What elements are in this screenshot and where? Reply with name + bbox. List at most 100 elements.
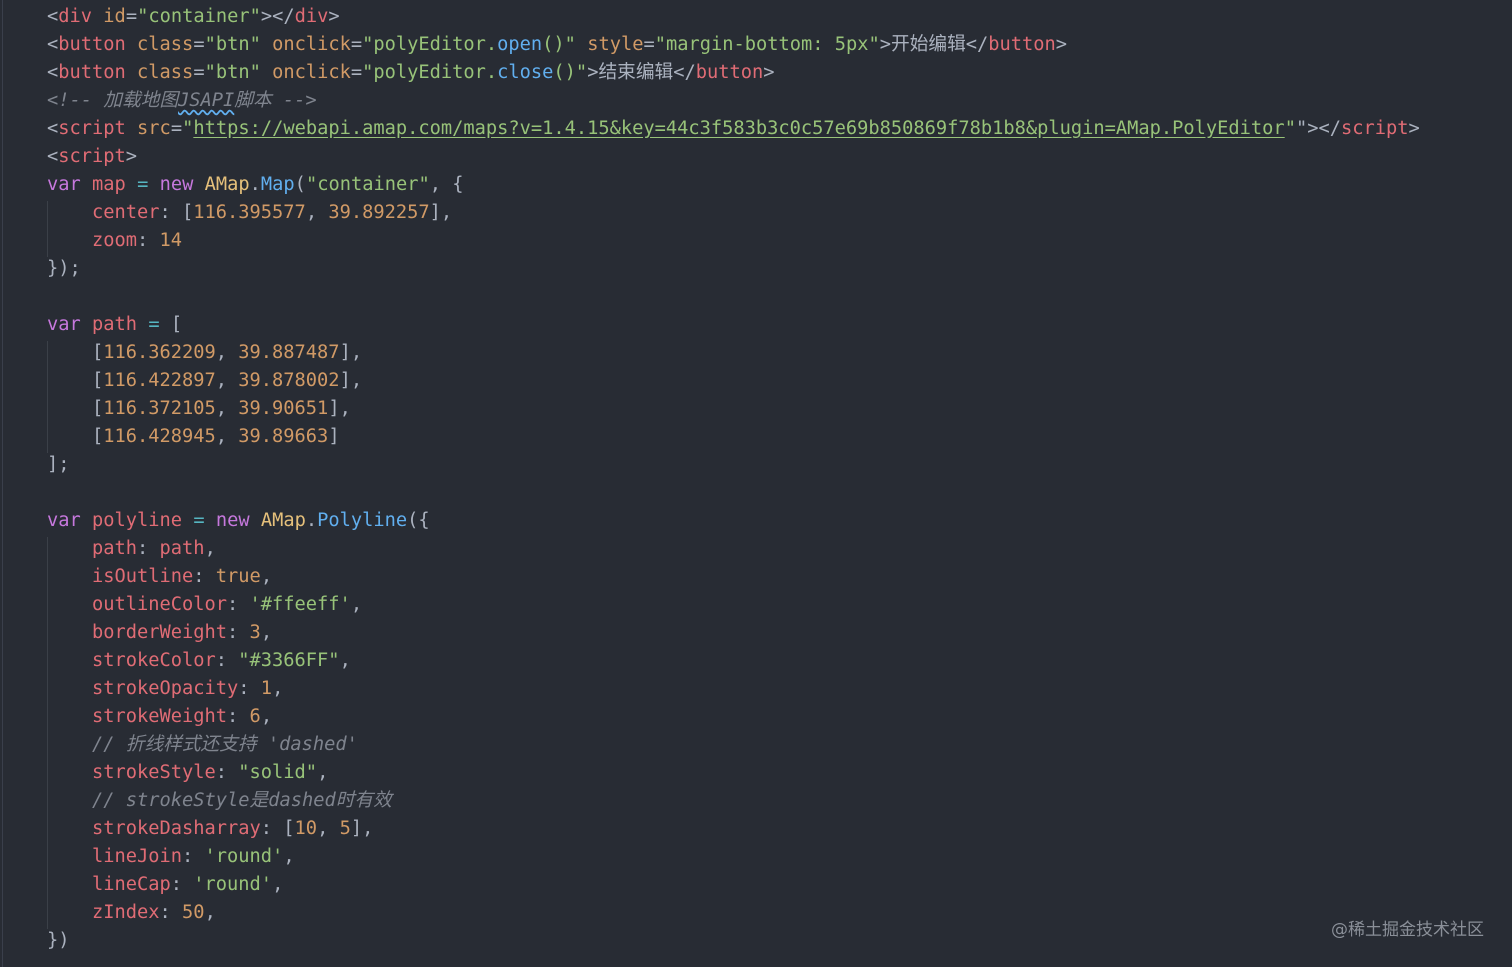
code-line[interactable]: });: [47, 255, 1512, 283]
punctuation: [47, 706, 92, 727]
comment: 脚本 -->: [234, 90, 317, 111]
function-name: close: [497, 62, 554, 83]
code-line[interactable]: <div id="container"></div>: [47, 3, 1512, 31]
number-literal: 39.89663: [238, 426, 329, 447]
code-line[interactable]: [116.362209, 39.887487],: [47, 339, 1512, 367]
number-literal: 116.422897: [103, 370, 216, 391]
punctuation: ,: [272, 874, 284, 895]
code-line[interactable]: strokeStyle: "solid",: [47, 759, 1512, 787]
code-editor[interactable]: <div id="container"></div> <button class=…: [0, 0, 1512, 967]
code-line[interactable]: var map = new AMap.Map("container", {: [47, 171, 1512, 199]
code-line[interactable]: strokeWeight: 6,: [47, 703, 1512, 731]
number-literal: 1: [260, 678, 273, 699]
code-line[interactable]: isOutline: true,: [47, 563, 1512, 591]
number-literal: 10: [294, 818, 318, 839]
code-line[interactable]: borderWeight: 3,: [47, 619, 1512, 647]
code-line[interactable]: <button class="btn" onclick="polyEditor.…: [47, 59, 1512, 87]
code-line[interactable]: [116.372105, 39.90651],: [47, 395, 1512, 423]
spellcheck-word: JSAPI: [178, 90, 235, 111]
punctuation: [47, 566, 92, 587]
attribute-name: onclick: [272, 62, 351, 83]
punctuation: [81, 314, 92, 335]
code-line[interactable]: ];: [47, 451, 1512, 479]
number-literal: 14: [159, 230, 183, 251]
attribute-name: class: [137, 62, 194, 83]
property-name: lineCap: [92, 874, 171, 895]
code-line[interactable]: strokeColor: "#3366FF",: [47, 647, 1512, 675]
punctuation: ,: [283, 846, 295, 867]
code-line[interactable]: <!-- 加载地图JSAPI脚本 -->: [47, 87, 1512, 115]
string-literal: "margin-bottom: 5px": [654, 34, 880, 55]
code-line[interactable]: <script>: [47, 143, 1512, 171]
number-literal: 39.887487: [238, 342, 340, 363]
punctuation: =: [193, 62, 205, 83]
punctuation: .: [305, 510, 318, 531]
code-line[interactable]: strokeOpacity: 1,: [47, 675, 1512, 703]
punctuation: [81, 174, 92, 195]
watermark: @稀土掘金技术社区: [1331, 920, 1484, 940]
code-line[interactable]: zIndex: 50,: [47, 899, 1512, 927]
property-name: strokeOpacity: [92, 678, 239, 699]
code-line[interactable]: [116.422897, 39.878002],: [47, 367, 1512, 395]
code-line[interactable]: // strokeStyle是dashed时有效: [47, 787, 1512, 815]
number-literal: 116.362209: [103, 342, 216, 363]
tag-name: button: [58, 62, 126, 83]
punctuation: ],: [350, 818, 374, 839]
punctuation: ,: [215, 342, 239, 363]
punctuation: ]: [328, 426, 340, 447]
editor-gutter-border: [2, 0, 3, 967]
code-line[interactable]: // 折线样式还支持 'dashed': [47, 731, 1512, 759]
code-line[interactable]: path: path,: [47, 535, 1512, 563]
boolean-literal: true: [215, 566, 261, 587]
code-line[interactable]: [47, 283, 1512, 311]
punctuation: [: [159, 314, 183, 335]
number-literal: 3: [249, 622, 261, 643]
number-literal: 116.428945: [103, 426, 216, 447]
code-line[interactable]: [47, 479, 1512, 507]
attribute-name: id: [103, 6, 126, 27]
punctuation: :: [215, 762, 239, 783]
punctuation: [126, 62, 137, 83]
property-name: strokeWeight: [92, 706, 228, 727]
code-line[interactable]: strokeDasharray: [10, 5],: [47, 815, 1512, 843]
punctuation: [126, 174, 137, 195]
punctuation: ],: [339, 342, 363, 363]
punctuation: :: [238, 678, 261, 699]
code-area[interactable]: <div id="container"></div> <button class=…: [47, 3, 1512, 955]
code-line[interactable]: var polyline = new AMap.Polyline({: [47, 507, 1512, 535]
punctuation: :: [227, 622, 250, 643]
punctuation: ];: [47, 454, 70, 475]
comment: // 折线样式还支持 'dashed': [92, 734, 358, 755]
string-literal: 'round': [204, 846, 284, 867]
code-line[interactable]: lineJoin: 'round',: [47, 843, 1512, 871]
punctuation: [47, 538, 92, 559]
punctuation: [126, 34, 137, 55]
operator: =: [148, 314, 160, 335]
punctuation: :: [137, 538, 160, 559]
punctuation: ,: [204, 538, 216, 559]
string-literal: "polyEditor.: [362, 34, 498, 55]
code-line[interactable]: [116.428945, 39.89663]: [47, 423, 1512, 451]
property-name: isOutline: [92, 566, 194, 587]
punctuation: [: [47, 426, 104, 447]
punctuation: =: [643, 34, 655, 55]
code-line[interactable]: center: [116.395577, 39.892257],: [47, 199, 1512, 227]
url-link[interactable]: https://webapi.amap.com/maps?v=1.4.15&ke…: [193, 118, 1284, 139]
punctuation: ,: [215, 398, 239, 419]
punctuation: [47, 678, 92, 699]
punctuation: , {: [429, 174, 464, 195]
string-literal: ": [182, 118, 194, 139]
code-line[interactable]: }): [47, 927, 1512, 955]
code-line[interactable]: lineCap: 'round',: [47, 871, 1512, 899]
code-line[interactable]: var path = [: [47, 311, 1512, 339]
code-line[interactable]: <button class="btn" onclick="polyEditor.…: [47, 31, 1512, 59]
code-line[interactable]: outlineColor: '#ffeeff',: [47, 591, 1512, 619]
punctuation: =: [350, 34, 363, 55]
punctuation: :: [215, 650, 239, 671]
keyword: var: [47, 510, 81, 531]
code-line[interactable]: <script src="https://webapi.amap.com/map…: [47, 115, 1512, 143]
code-line[interactable]: zoom: 14: [47, 227, 1512, 255]
punctuation: [250, 510, 261, 531]
punctuation: });: [47, 258, 81, 279]
attribute-name: class: [137, 34, 194, 55]
